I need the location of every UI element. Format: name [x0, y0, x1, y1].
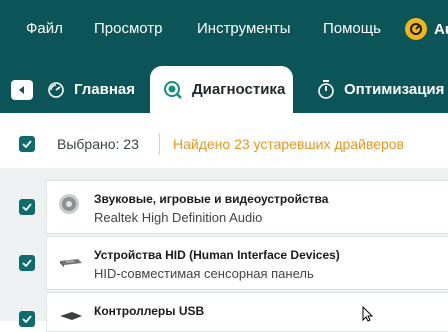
device-category: Контроллеры USB	[94, 304, 205, 318]
tab-optimization-label: Оптимизация	[344, 81, 445, 98]
list-item[interactable]: Контроллеры USB	[46, 292, 448, 332]
menu-help[interactable]: Помощь	[323, 20, 381, 38]
outdated-drivers-notice: Найдено 23 устаревших драйверов	[173, 136, 405, 152]
device-category: Звуковые, игровые и видеоустройства	[94, 192, 329, 206]
hid-device-icon	[58, 249, 84, 276]
home-tab-icon	[47, 81, 65, 99]
brand-name: Au	[434, 20, 448, 38]
checkmark-icon	[22, 259, 32, 267]
menu-view[interactable]: Просмотр	[94, 20, 163, 38]
divider	[159, 133, 160, 155]
row-checkbox[interactable]	[19, 255, 35, 271]
speaker-icon	[58, 193, 80, 220]
device-category: Устройства HID (Human Interface Devices)	[94, 248, 340, 262]
selected-count: Выбрано: 23	[57, 136, 139, 152]
checkmark-icon	[22, 203, 32, 211]
menu-file[interactable]: Файл	[26, 20, 63, 38]
tab-diagnostics[interactable]: Диагностика	[150, 66, 293, 113]
row-checkbox[interactable]	[19, 311, 35, 327]
device-name: HID-совместимая сенсорная панель	[94, 266, 314, 281]
usb-controller-icon	[58, 309, 84, 327]
mouse-pointer-icon	[362, 305, 374, 327]
device-name: Realtek High Definition Audio	[94, 210, 263, 225]
list-item[interactable]: Звуковые, игровые и видеоустройства Real…	[46, 180, 448, 234]
checkmark-icon	[22, 140, 32, 148]
collapse-button[interactable]	[11, 80, 33, 100]
select-all-checkbox[interactable]	[19, 136, 35, 152]
stopwatch-icon	[317, 79, 335, 100]
tab-home-label: Главная	[74, 81, 136, 98]
tab-optimization[interactable]: Оптимизация	[317, 66, 444, 113]
tab-diagnostics-label: Диагностика	[192, 81, 286, 98]
menu-tools[interactable]: Инструменты	[197, 20, 291, 38]
checkmark-icon	[22, 315, 32, 323]
brand-logo-icon	[405, 18, 427, 40]
caret-left-icon	[19, 86, 24, 94]
tab-home[interactable]: Главная	[47, 66, 135, 113]
app-brand: Au	[405, 17, 448, 41]
magnifier-icon	[163, 80, 183, 100]
list-item[interactable]: Устройства HID (Human Interface Devices)…	[46, 236, 448, 290]
row-checkbox[interactable]	[19, 199, 35, 215]
